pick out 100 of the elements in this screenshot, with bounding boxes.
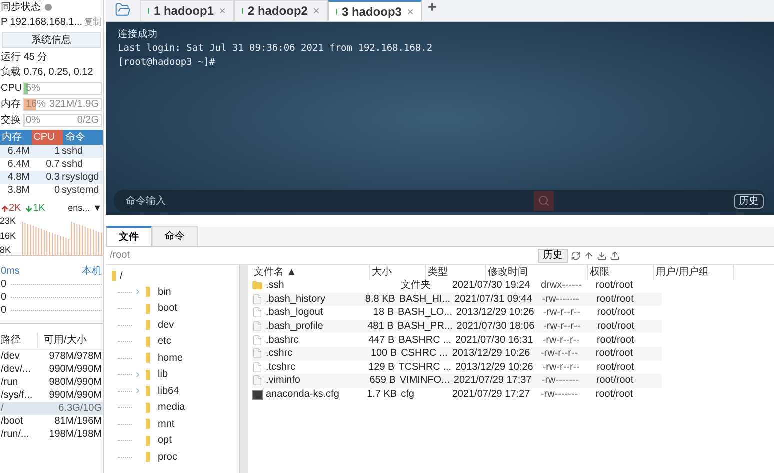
table-cell-text: 8.8 KB xyxy=(364,292,396,307)
tree-item[interactable]: / xyxy=(120,268,123,284)
file-row[interactable]: .ssh 文件夹 2021/07/30 19:24 drwx------ root/root xyxy=(252,279,662,293)
file-row[interactable]: anaconda-ks.cfg 1.7 KB cfg 2021/07/29 17:27 -rw------- root/root xyxy=(252,388,662,402)
terminal-line: [root@hadoop3 ~]# xyxy=(118,56,216,70)
folder-icon xyxy=(112,271,116,281)
ip-address: P 192.168.168.1... xyxy=(1,16,83,30)
file-icon xyxy=(252,307,263,318)
terminal-panel[interactable]: 连接成功 Last login: Sat Jul 31 09:36:06 2021 from 192.168.168.2 [root@hadoop3 ~]# 命令输入 历史 xyxy=(106,22,774,215)
down-arrow-icon xyxy=(25,204,34,212)
table-cell-text: drwx------ xyxy=(540,279,584,294)
refresh-icon[interactable] xyxy=(571,250,581,260)
folder-icon xyxy=(146,419,150,430)
table-cell: rsyslogd xyxy=(62,171,100,184)
table-cell-text: root/root xyxy=(594,388,634,402)
table-cell-text: 1 xyxy=(53,145,61,158)
table-cell-text: CSHRC ... xyxy=(400,347,449,362)
tree-item[interactable]: home xyxy=(134,350,184,366)
command-input[interactable]: 命令输入 历史 xyxy=(114,190,766,212)
column-header[interactable]: 命令 xyxy=(63,130,103,145)
table-cell-text: 3.8M xyxy=(6,184,30,197)
column-header[interactable]: 内存 xyxy=(0,130,32,145)
tree-item[interactable]: dev xyxy=(134,318,174,333)
panel-tab[interactable]: 命令 xyxy=(152,226,198,246)
table-cell-text: 1.7 KB xyxy=(366,388,398,402)
table-cell-text: / xyxy=(1,402,5,415)
table-cell-text: /run xyxy=(1,376,20,389)
file-row[interactable]: .tcshrc 129 B TCSHRC ... 2013/12/29 10:26 -rw-r--r-- root/root xyxy=(252,360,662,374)
table-cell-text: root/root xyxy=(594,347,634,362)
file-row[interactable]: .bash_history 8.8 KB BASH_HI... 2021/07/31 09:44 -rw------- root/root xyxy=(252,292,662,306)
table-cell-text: 0.3 xyxy=(45,171,61,184)
table-cell: sshd xyxy=(62,145,84,158)
up-arrow-icon[interactable] xyxy=(584,250,594,260)
tree-item[interactable]: media xyxy=(134,400,186,416)
tree-item[interactable]: etc xyxy=(134,334,172,350)
image-file-icon xyxy=(252,390,263,400)
tree-item[interactable]: proc xyxy=(134,450,178,465)
tree-item[interactable]: boot xyxy=(134,301,178,316)
history-button[interactable]: 历史 xyxy=(538,248,568,262)
column-header[interactable]: 大小 xyxy=(370,264,426,280)
tree-item[interactable]: bin xyxy=(134,284,172,300)
table-cell-text: VIMINFO... xyxy=(398,374,451,388)
column-header[interactable]: 修改时间 xyxy=(486,264,588,280)
folder-icon xyxy=(146,370,150,380)
tree-item[interactable]: lib xyxy=(134,367,168,382)
file-row[interactable]: .viminfo 659 B VIMINFO... 2021/07/29 17:37 -rw------- root/root xyxy=(252,374,662,388)
download-icon[interactable] xyxy=(597,250,607,260)
tree-item[interactable]: opt xyxy=(134,433,172,448)
disk-row[interactable]: /sys/f... 990M/990M xyxy=(0,389,103,402)
ping-value: 0 xyxy=(1,304,7,318)
system-info-button[interactable]: 系统信息 xyxy=(2,32,101,48)
path-field[interactable]: /root xyxy=(110,248,535,263)
table-cell-text: 2021/07/30 16:31 xyxy=(454,334,534,348)
session-tab[interactable]: 2 hadoop2 × xyxy=(234,0,328,21)
table-cell-text: /dev/... xyxy=(1,363,32,376)
table-cell-text: 659 B xyxy=(368,374,397,388)
column-header[interactable]: 文件名 ▲ xyxy=(252,264,370,280)
table-cell-text: /run/... xyxy=(1,428,30,441)
ping-host: 本机 xyxy=(82,264,102,278)
table-cell-text: .ssh xyxy=(266,279,284,294)
column-header[interactable]: 可用/大小 xyxy=(38,333,103,348)
table-cell-text: 2021/07/30 18:06 xyxy=(456,320,536,334)
column-header[interactable]: CPU xyxy=(32,130,64,145)
session-tab[interactable]: 3 hadoop3 × xyxy=(328,0,422,21)
upload-rate: 2K xyxy=(1,201,22,216)
folder-open-icon[interactable] xyxy=(114,2,132,18)
session-tab[interactable]: 1 hadoop1 × xyxy=(140,0,234,21)
file-row[interactable]: .bashrc 447 B BASHRC ... 2021/07/30 16:31 -rw-r--r-- root/root xyxy=(252,333,662,347)
disk-row[interactable]: /boot 81M/196M xyxy=(0,415,103,428)
disk-row[interactable]: /run/... 198M/198M xyxy=(0,428,103,441)
disk-row[interactable]: / 6.3G/10G xyxy=(0,402,103,415)
history-button[interactable]: 历史 xyxy=(734,194,764,208)
upload-icon[interactable] xyxy=(610,250,620,260)
file-row[interactable]: .cshrc 100 B CSHRC ... 2013/12/29 10:26 -rw-r--r-- root/root xyxy=(252,346,662,361)
table-cell-text: root/root xyxy=(596,360,636,375)
folder-icon xyxy=(146,353,150,364)
table-cell-text: .tcshrc xyxy=(266,360,296,375)
add-tab-button[interactable]: + xyxy=(422,0,443,19)
disk-row[interactable]: /dev 978M/978M xyxy=(0,350,103,363)
file-row[interactable]: .bash_logout 18 B BASH_LO... 2013/12/29 10:26 -rw-r--r-- root/root xyxy=(252,306,662,320)
column-header[interactable]: 用户/用户组 xyxy=(654,264,734,280)
expand-icon[interactable] xyxy=(134,288,142,296)
table-cell-text: 2013/12/29 10:26 xyxy=(454,360,534,375)
tree-item[interactable]: mnt xyxy=(134,416,175,432)
tree-item[interactable]: lib64 xyxy=(134,384,180,399)
folder-icon xyxy=(146,320,150,330)
table-cell-text: 198M/198M xyxy=(48,428,102,441)
interface-selector[interactable]: ens... ▼ xyxy=(68,202,102,216)
column-header[interactable]: 路径 xyxy=(0,333,38,348)
ping-value: 0 xyxy=(1,278,7,292)
folder-icon xyxy=(146,452,150,462)
table-cell-text: BASH_PR... xyxy=(396,320,454,334)
search-icon[interactable] xyxy=(534,191,554,211)
file-row[interactable]: .bash_profile 481 B BASH_PR... 2021/07/30 18:06 -rw-r--r-- root/root xyxy=(252,320,662,334)
disk-row[interactable]: /run 980M/990M xyxy=(0,376,103,389)
table-cell-text: 481 B xyxy=(366,320,395,334)
disk-row[interactable]: /dev/... 990M/990M xyxy=(0,363,103,376)
column-header[interactable]: 类型 xyxy=(426,264,486,280)
panel-tab[interactable]: 文件 xyxy=(106,226,152,246)
column-header[interactable]: 权限 xyxy=(588,264,654,280)
